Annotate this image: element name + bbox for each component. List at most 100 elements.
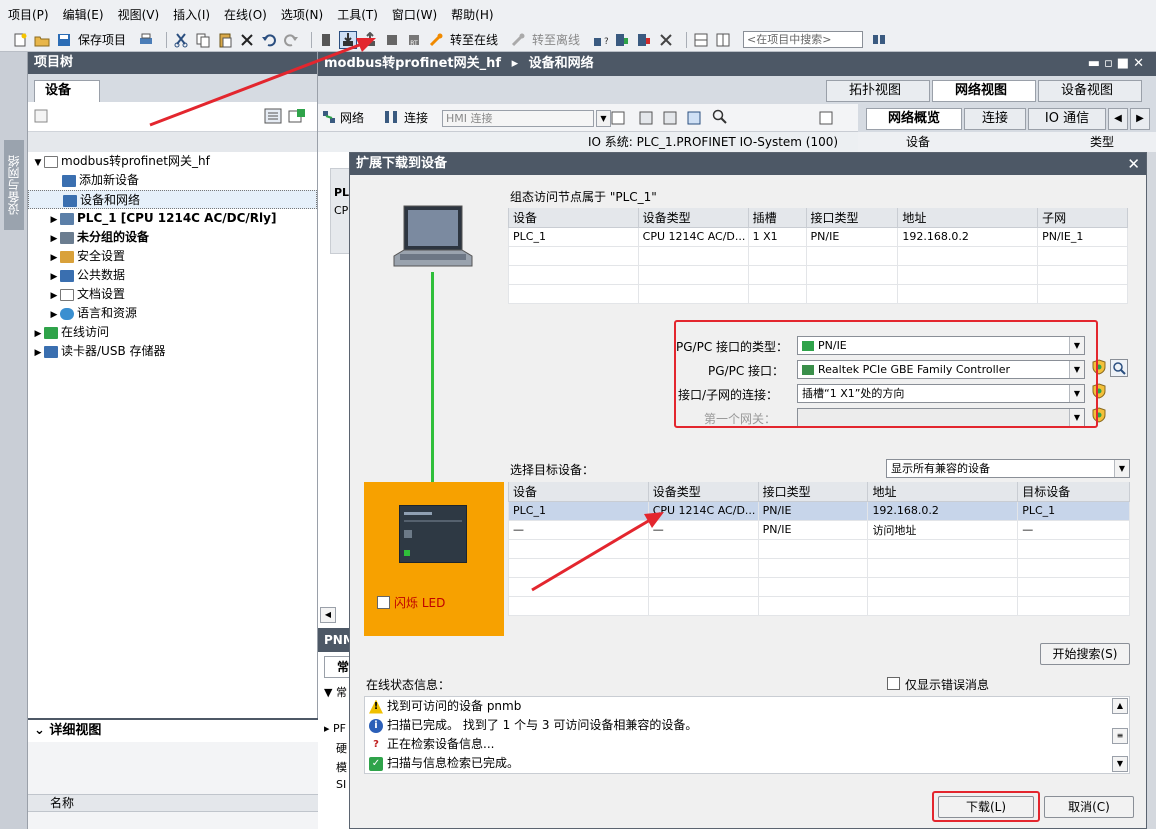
menu-help[interactable]: 帮助(H) [451, 6, 493, 23]
paste-icon[interactable] [217, 32, 233, 48]
simulation-icon[interactable] [384, 32, 400, 48]
go-online-icon[interactable] [428, 32, 444, 48]
download-to-device-icon[interactable] [339, 30, 358, 49]
print-icon[interactable] [138, 32, 154, 48]
pf-section[interactable]: ▸ PF [324, 722, 346, 735]
chevron-down-icon[interactable]: ▼ [596, 110, 611, 127]
maximize-icon[interactable]: ■ [1117, 56, 1133, 71]
overview-type-col[interactable]: 类型 [1090, 132, 1114, 152]
net-toolbar-icon-1[interactable] [610, 110, 626, 129]
tree-item-add-device[interactable]: 添加新设备 [28, 171, 317, 190]
net-toolbar-icon-4[interactable] [686, 110, 702, 129]
io-system-label[interactable]: IO 系统: PLC_1.PROFINET IO-System (100) [588, 135, 838, 149]
menu-insert[interactable]: 插入(I) [173, 6, 210, 23]
devices-tab[interactable]: 设备 [34, 80, 100, 102]
tab-general[interactable]: 常 [324, 656, 352, 678]
col-target-device[interactable]: 目标设备 [1017, 482, 1130, 502]
start-cpu-icon[interactable] [614, 32, 630, 48]
col-address[interactable]: 地址 [867, 482, 1019, 502]
col-device[interactable]: 设备 [508, 482, 649, 502]
new-project-icon[interactable] [12, 32, 28, 48]
delete-icon[interactable] [239, 32, 255, 48]
expand-right-icon[interactable]: ▶ [32, 344, 44, 363]
go-online-button[interactable]: 转至在线 [450, 31, 498, 48]
minimize-icon[interactable]: ▬ [1088, 56, 1104, 71]
tree-item-plc1[interactable]: ▶ PLC_1 [CPU 1214C AC/DC/Rly] [28, 209, 317, 228]
tab-io-communication[interactable]: IO 通信 [1028, 108, 1106, 130]
connections-button[interactable]: 连接 [404, 109, 428, 126]
tab-scroll-left-icon[interactable]: ◀ [1108, 108, 1128, 130]
target-filter-select[interactable]: 显示所有兼容的设备 ▼ [886, 459, 1130, 478]
save-icon[interactable] [56, 32, 72, 48]
search-icon[interactable] [871, 32, 887, 48]
tree-settings-icon[interactable] [34, 109, 48, 126]
chevron-down-icon[interactable]: ▼ [1114, 460, 1129, 477]
save-project-button[interactable]: 保存项目 [78, 31, 126, 48]
devices-networks-side-tab[interactable]: 设备与网络 [4, 140, 24, 230]
go-offline-icon[interactable] [510, 32, 526, 48]
menu-project[interactable]: 项目(P) [8, 6, 49, 23]
start-runtime-icon[interactable]: RT [406, 32, 422, 48]
detail-name-column[interactable]: 名称 [28, 794, 318, 812]
tree-item-project[interactable]: ▼ modbus转profinet网关_hf [28, 152, 317, 171]
upload-from-device-icon[interactable] [362, 31, 378, 48]
restore-icon[interactable]: ▫ [1104, 56, 1117, 71]
tab-network-overview[interactable]: 网络概览 [866, 108, 962, 130]
tab-scroll-right-icon[interactable]: ▶ [1130, 108, 1150, 130]
flash-led-checkbox[interactable] [377, 596, 390, 609]
tree-item-doc-settings[interactable]: ▶ 文档设置 [28, 285, 317, 304]
table-row[interactable]: — — PN/IE 访问地址 — [508, 519, 1130, 540]
redo-icon[interactable] [283, 32, 299, 48]
col-slot[interactable]: 插槽 [747, 208, 807, 228]
tab-network-view[interactable]: 网络视图 [932, 80, 1036, 102]
interface-properties-button[interactable] [1110, 359, 1128, 377]
tree-item-online-access[interactable]: ▶ 在线访问 [28, 323, 317, 342]
table-row[interactable]: PLC_1 CPU 1214C AC/D... 1 X1 PN/IE 192.168.0… [508, 226, 1128, 247]
col-interface-type[interactable]: 接口类型 [805, 208, 899, 228]
go-offline-button[interactable]: 转至离线 [532, 31, 580, 48]
scroll-down-icon[interactable]: ▼ [1112, 756, 1128, 772]
menu-view[interactable]: 视图(V) [118, 6, 160, 23]
tab-topology-view[interactable]: 拓扑视图 [826, 80, 930, 102]
compile-icon[interactable] [318, 32, 334, 48]
tree-view-detail-icon[interactable] [288, 108, 306, 127]
network-icon[interactable] [322, 110, 336, 127]
tab-connections[interactable]: 连接 [964, 108, 1026, 130]
menu-options[interactable]: 选项(N) [281, 6, 323, 23]
network-button[interactable]: 网络 [340, 109, 364, 126]
scroll-bar-thumb[interactable]: ≡ [1112, 728, 1128, 744]
overview-device-col[interactable]: 设备 [906, 135, 930, 149]
tree-item-card-reader[interactable]: ▶ 读卡器/USB 存储器 [28, 342, 317, 361]
cancel-button[interactable]: 取消(C) [1044, 796, 1134, 818]
start-search-button[interactable]: 开始搜索(S) [1040, 643, 1130, 665]
copy-icon[interactable] [195, 32, 211, 48]
tree-item-security[interactable]: ▶ 安全设置 [28, 247, 317, 266]
net-toolbar-icon-3[interactable] [662, 110, 678, 129]
tab-device-view[interactable]: 设备视图 [1038, 80, 1142, 102]
col-subnet[interactable]: 子网 [1037, 208, 1128, 228]
connections-icon[interactable] [384, 110, 398, 127]
open-project-icon[interactable] [34, 32, 50, 48]
cross-reference-icon[interactable] [658, 32, 674, 48]
errors-only-checkbox[interactable] [887, 677, 900, 690]
col-address[interactable]: 地址 [897, 208, 1039, 228]
close-icon[interactable]: ✕ [1127, 153, 1140, 175]
split-vertical-icon[interactable] [715, 32, 731, 48]
breadcrumb-project[interactable]: modbus转profinet网关_hf [324, 56, 501, 71]
col-device[interactable]: 设备 [508, 208, 639, 228]
col-device-type[interactable]: 设备类型 [637, 208, 749, 228]
tree-item-devices-networks[interactable]: 设备和网络 [28, 190, 317, 209]
scroll-up-icon[interactable]: ▲ [1112, 698, 1128, 714]
zoom-icon[interactable] [712, 109, 728, 128]
tree-item-languages[interactable]: ▶ 语言和资源 [28, 304, 317, 323]
accessible-devices-icon[interactable]: ? [592, 32, 609, 48]
col-device-type[interactable]: 设备类型 [647, 482, 759, 502]
project-search-input[interactable]: <在项目中搜索> [743, 31, 864, 48]
tree-item-ungrouped-devices[interactable]: ▶ 未分组的设备 [28, 228, 317, 247]
scroll-left-icon[interactable]: ◀ [320, 607, 336, 623]
table-row[interactable]: PLC_1 CPU 1214C AC/D... PN/IE 192.168.0.2 PL… [508, 500, 1130, 521]
tree-view-list-icon[interactable] [264, 108, 282, 127]
undo-icon[interactable] [261, 32, 277, 48]
split-horizontal-icon[interactable] [693, 32, 709, 48]
detail-view-header[interactable]: ⌄ 详细视图 [28, 718, 318, 742]
